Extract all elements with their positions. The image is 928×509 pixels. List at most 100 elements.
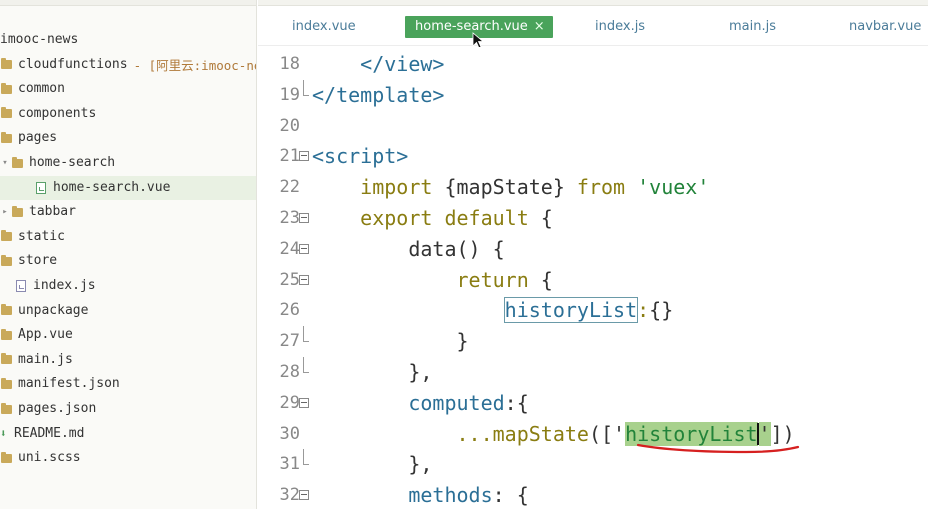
code-line[interactable]: 27 } — [258, 326, 928, 357]
line-number: 23 — [279, 208, 300, 228]
tree-item[interactable]: common — [0, 77, 256, 101]
tree-item[interactable]: imooc-news — [0, 28, 256, 52]
tree-item[interactable]: manifest.json — [0, 372, 256, 396]
tree-item[interactable]: main.js — [0, 348, 256, 372]
code-line[interactable]: 29 computed:{ — [258, 388, 928, 419]
line-number: 18 — [279, 54, 300, 74]
vue-file-icon — [36, 181, 46, 194]
tab-close-icon[interactable]: × — [534, 19, 545, 34]
tree-item[interactable]: static — [0, 225, 256, 249]
folder-icon — [1, 131, 12, 143]
code-line[interactable]: 23 export default { — [258, 203, 928, 234]
tab-index-js[interactable]: index.js — [595, 16, 645, 38]
tree-item-label: App.vue — [18, 327, 73, 343]
code-editor[interactable]: 18 </view> 19 </template> 20 21 <script> 22 im… — [258, 47, 928, 509]
folder-icon — [1, 451, 12, 463]
code-line[interactable]: 20 — [258, 111, 928, 142]
line-number: 26 — [279, 300, 300, 321]
code-text: computed:{ — [408, 390, 529, 415]
folder-icon — [1, 254, 12, 266]
line-number: 29 — [279, 392, 300, 413]
code-line[interactable]: 26 historyList:{} — [258, 295, 928, 326]
tree-item[interactable]: pages.json — [0, 397, 256, 421]
code-text: }, — [312, 360, 433, 384]
tree-item-label: main.js — [18, 351, 73, 367]
fold-toggle-icon[interactable] — [299, 490, 309, 501]
line-number: 25 — [279, 269, 300, 290]
folder-icon — [1, 107, 12, 119]
tree-item-label: index.js — [33, 278, 96, 293]
tree-item-label: unpackage — [18, 302, 89, 318]
folder-icon — [1, 58, 12, 70]
tab-label: index.vue — [292, 19, 356, 34]
folder-icon — [1, 402, 12, 414]
code-line[interactable]: 19 </template> — [258, 79, 928, 111]
tab-bar-top-strip — [258, 0, 928, 6]
fold-toggle-icon[interactable] — [299, 274, 309, 285]
tree-item[interactable]: ▾ home-search — [0, 151, 256, 175]
fold-toggle-icon[interactable] — [299, 213, 309, 223]
tab-navbar-vue[interactable]: navbar.vue — [849, 16, 921, 38]
tree-item-label: pages — [18, 130, 58, 146]
tree-item-label: common — [18, 81, 65, 97]
line-number: 20 — [279, 115, 300, 136]
code-text: export default { — [360, 206, 553, 230]
code-line[interactable]: 28 }, — [258, 357, 928, 388]
tree-item-label: tabbar — [29, 204, 76, 220]
fold-toggle-icon[interactable] — [299, 151, 309, 162]
code-line[interactable]: 21 <script> — [258, 141, 928, 172]
tree-item-annotation: - [阿里云:imooc-ne — [133, 58, 257, 74]
tree-item-label: home-search.vue — [53, 179, 171, 195]
fold-toggle-icon[interactable] — [299, 397, 309, 408]
line-number: 22 — [279, 177, 300, 198]
tree-item[interactable]: components — [0, 102, 256, 126]
folder-icon — [1, 230, 12, 242]
sidebar-top-strip — [0, 0, 256, 6]
code-text: data() { — [312, 236, 505, 261]
code-line[interactable]: 25 return { — [258, 265, 928, 296]
code-line[interactable]: 32 methods: { — [258, 480, 928, 509]
tree-item-label: components — [18, 105, 97, 121]
tree-item[interactable]: store — [0, 249, 256, 273]
tree-item[interactable]: cloudfunctions - [阿里云:imooc-ne — [0, 53, 257, 77]
tree-item[interactable]: App.vue — [0, 323, 256, 347]
code-text: }, — [312, 452, 433, 477]
chevron-down-icon[interactable]: ▾ — [0, 158, 10, 168]
tree-item-label: home-search — [29, 155, 116, 170]
code-text: methods: { — [408, 483, 529, 508]
file-explorer-sidebar: imooc-news cloudfunctions - [阿里云:imooc-ne c… — [0, 0, 257, 509]
tree-item[interactable]: pages — [0, 126, 256, 150]
code-line[interactable]: 18 </view> — [258, 49, 928, 80]
folder-icon — [12, 205, 23, 217]
file-icon — [16, 280, 26, 292]
tree-item[interactable]: ▸ tabbar — [0, 200, 256, 224]
code-line[interactable]: 30 ...mapState(['historyList']) — [258, 419, 928, 450]
tree-item[interactable]: unpackage — [0, 299, 256, 323]
tree-item[interactable]: uni.scss — [0, 446, 256, 470]
folder-icon — [1, 328, 12, 340]
folder-icon — [12, 156, 23, 168]
tab-main-js[interactable]: main.js — [729, 16, 776, 38]
code-line[interactable]: 22 import {mapState} from 'vuex' — [258, 172, 928, 203]
line-number: 24 — [279, 238, 300, 259]
tree-item-label: manifest.json — [18, 376, 120, 392]
tree-item[interactable]: home-search.vue — [0, 175, 256, 200]
tree-item-label: imooc-news — [0, 32, 79, 47]
line-number: 31 — [279, 454, 300, 475]
fold-end-marker — [303, 449, 309, 466]
code-line[interactable]: 24 data() { — [258, 234, 928, 265]
tree-item-label: uni.scss — [18, 450, 81, 466]
folder-icon — [1, 353, 12, 365]
fold-toggle-icon[interactable] — [299, 243, 309, 254]
tree-item[interactable]: index.js — [0, 274, 256, 298]
red-underline-annotation — [636, 443, 800, 454]
chevron-right-icon[interactable]: ▸ — [0, 207, 10, 217]
line-number: 19 — [279, 84, 300, 105]
tab-label: index.js — [595, 19, 646, 34]
tree-item[interactable]: ⬇ README.md — [0, 422, 256, 446]
code-line[interactable]: 31 }, — [258, 449, 928, 480]
editor-tab-bar: index.vue home-search.vue × index.js main… — [258, 0, 928, 46]
tree-item-label: static — [18, 228, 65, 244]
tab-index-vue[interactable]: index.vue — [292, 16, 356, 38]
markdown-file-icon: ⬇ — [0, 426, 7, 440]
